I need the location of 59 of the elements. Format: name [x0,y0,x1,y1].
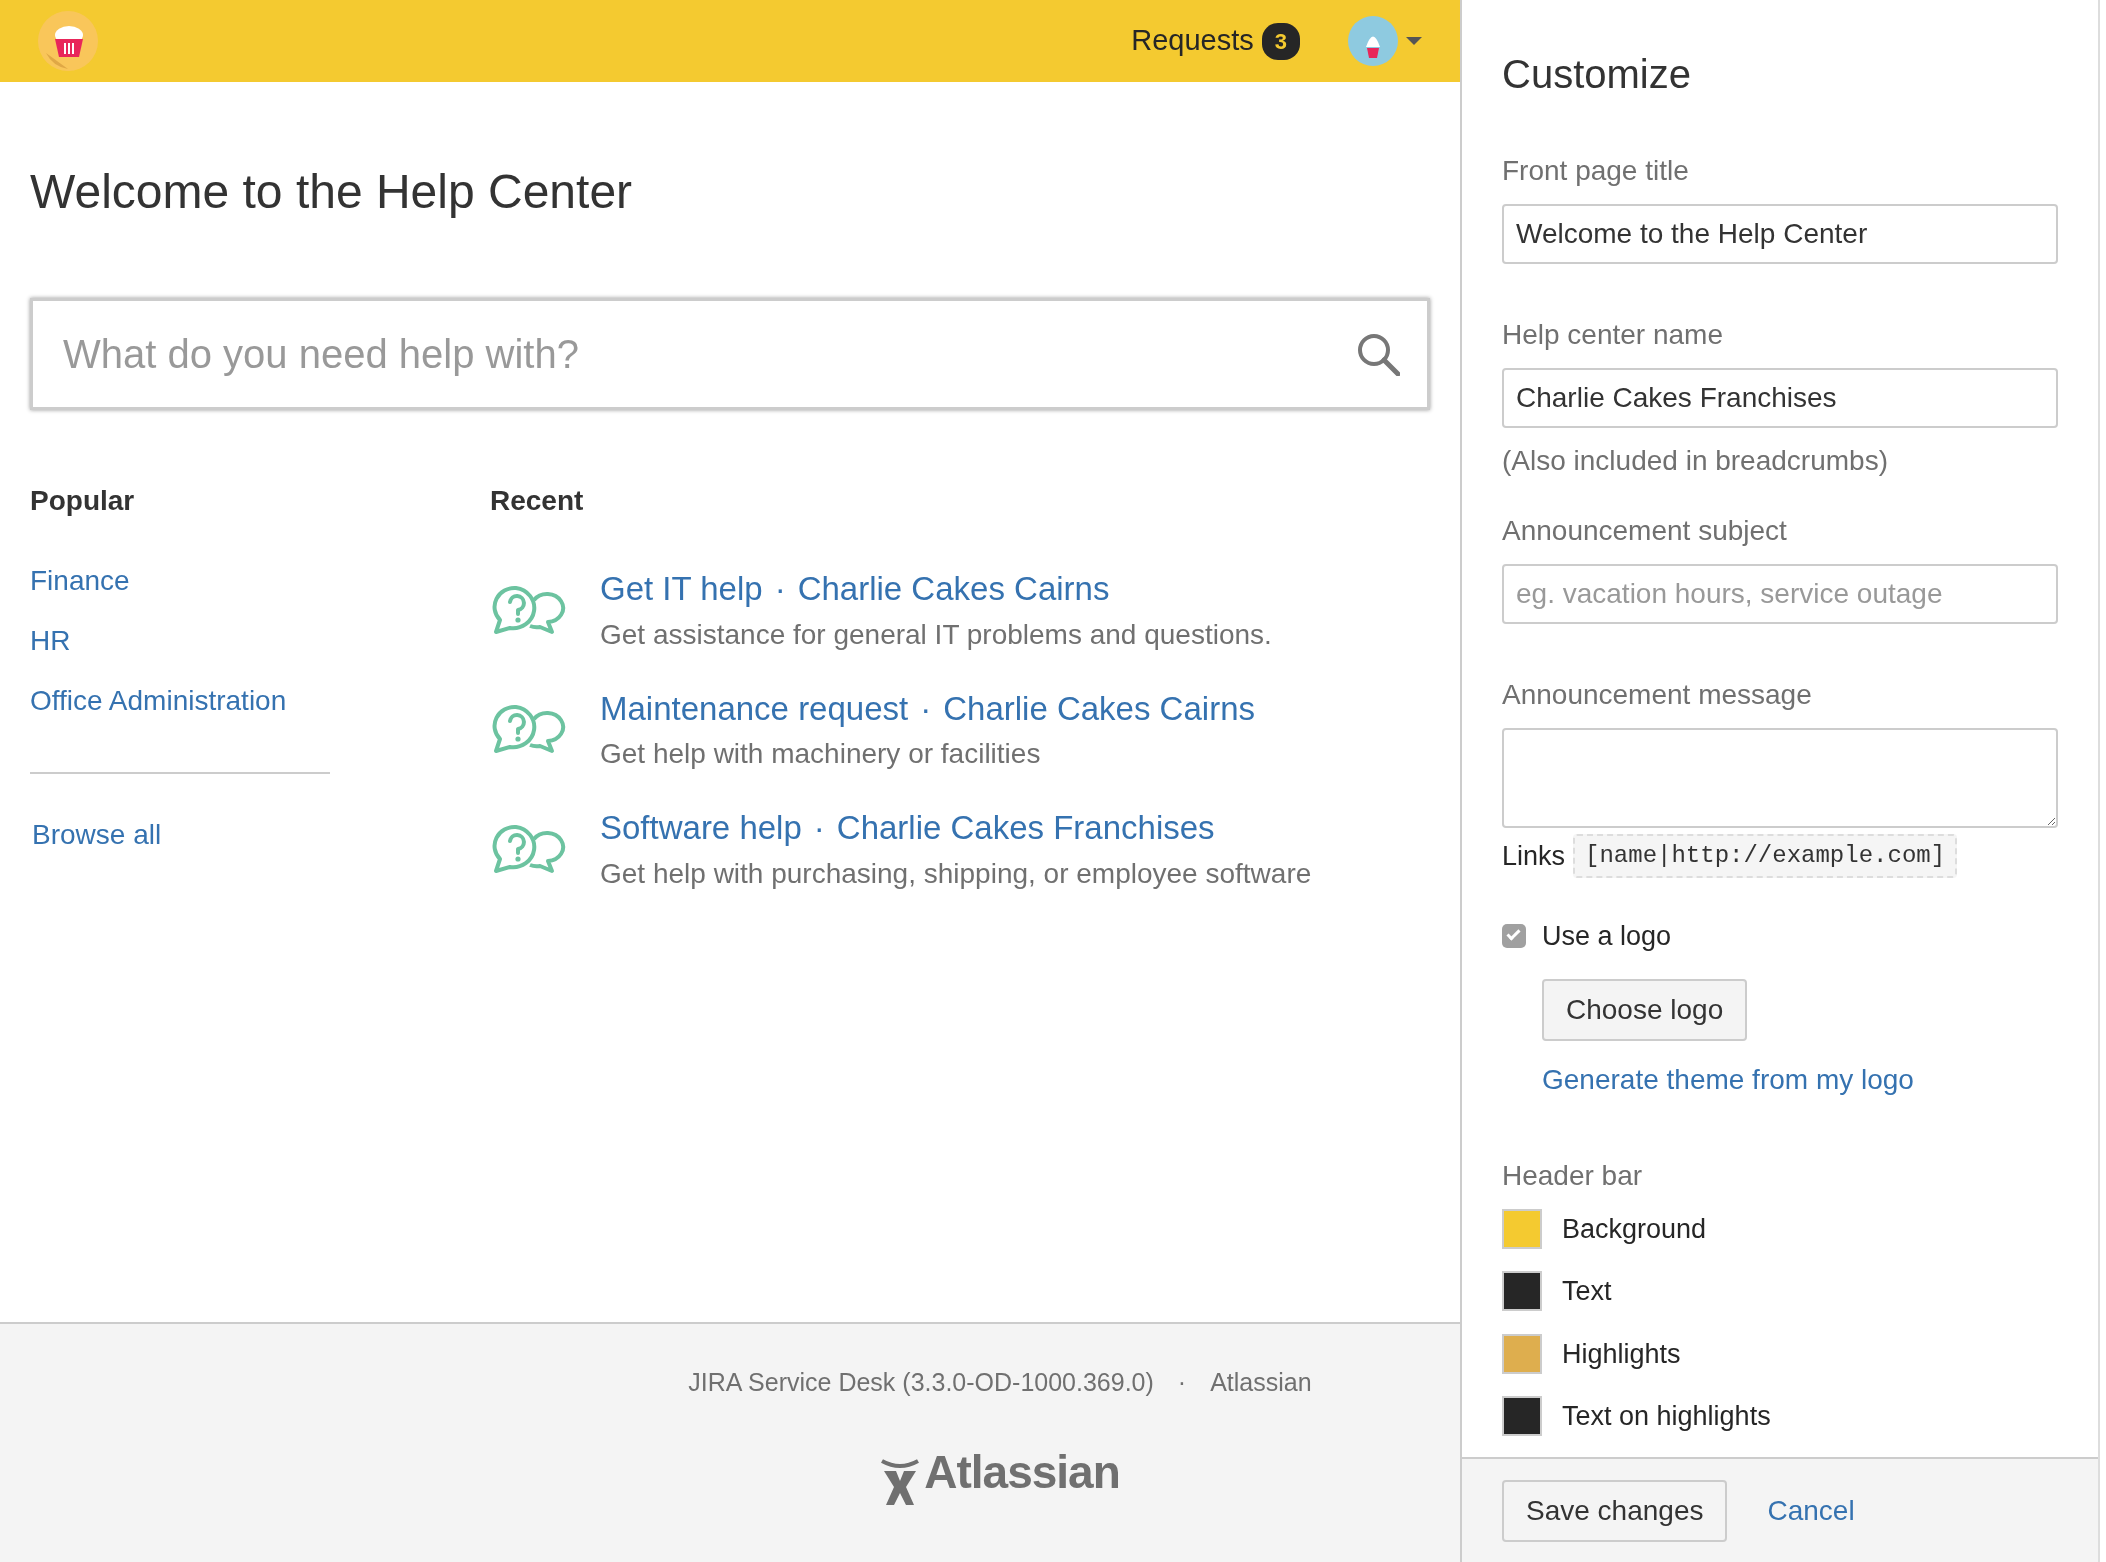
field-label: Announcement message [1502,678,1813,712]
checkbox-label: Use a logo [1542,920,1672,953]
choose-logo-button[interactable]: Choose logo [1542,978,1748,1041]
text-field[interactable]: eg. vacation hours, service outage [1502,564,2058,624]
search-field[interactable]: What do you need help with? [30,298,1430,410]
cancel-link[interactable]: Cancel [1767,1489,1855,1532]
separator-dot: · [774,569,786,609]
version-text: JIRA Service Desk (3.3.0-OD-1000.369.0) [688,1367,1154,1398]
request-type-link[interactable]: Maintenance request [600,683,909,733]
separator-dot: · [920,688,932,729]
links-label: Links [1502,839,1566,873]
color-label: Text [1562,1275,1612,1308]
search-icon[interactable] [1356,332,1400,376]
panel-title: Customize [1502,51,1692,98]
section-label: Header bar [1502,1158,1644,1193]
color-swatch[interactable] [1502,1333,1542,1374]
request-type-link[interactable]: Software help [600,803,802,853]
section-heading: Popular [30,484,136,518]
browse-all-link[interactable]: Browse all [32,814,490,856]
use-logo-checkbox[interactable] [1502,924,1526,949]
save-button[interactable]: Save changes [1502,1479,1728,1542]
project-link[interactable]: Charlie Cakes Cairns [797,564,1110,614]
field-label: Announcement subject [1502,514,1788,548]
generate-theme-link[interactable]: Generate theme from my logo [1542,1058,1914,1101]
cupcake-logo-icon[interactable] [38,11,98,71]
company-link[interactable]: Atlassian [1210,1364,1312,1402]
links-syntax: [name|http://example.com] [1573,834,1958,878]
request-description: Get help with purchasing, shipping, or employee software [600,856,1312,891]
page-title: Welcome to the Help Center [30,168,634,216]
text-field[interactable]: Charlie Cakes Franchises [1502,368,2058,428]
category-link[interactable]: HR [30,620,490,662]
atlassian-logo-icon [880,1456,921,1507]
atlassian-wordmark: Atlassian [924,1444,1120,1500]
request-type-link[interactable]: Get IT help [600,564,763,614]
color-label: Text on highlights [1562,1400,1771,1433]
request-description: Get assistance for general IT problems and questions. [600,617,1272,652]
message-field[interactable] [1502,728,2058,828]
field-hint: (Also included in breadcrumbs) [1502,444,1889,478]
field-label: Front page title [1502,154,1690,188]
section-heading: Recent [490,484,585,518]
text-field[interactable]: Welcome to the Help Center [1502,204,2058,264]
color-swatch[interactable] [1502,1396,1542,1437]
category-link[interactable]: Finance [30,560,490,602]
field-label: Help center name [1502,318,1724,352]
color-label: Highlights [1562,1337,1681,1371]
caret-icon [1406,37,1422,45]
separator-dot: · [813,808,825,848]
project-link[interactable]: Charlie Cakes Cairns [943,683,1255,733]
count-badge: 3 [1261,22,1300,60]
user-menu[interactable] [1348,16,1422,66]
color-label: Background [1562,1212,1707,1246]
request-description: Get help with machinery or facilities [600,737,1042,771]
project-link[interactable]: Charlie Cakes Franchises [836,803,1215,853]
color-swatch[interactable] [1502,1208,1542,1249]
separator-dot: · [1177,1367,1187,1398]
category-link[interactable]: Office Administration [30,680,490,722]
avatar-icon [1348,16,1398,66]
requests-link[interactable]: Requests 3 [1131,19,1300,63]
color-swatch[interactable] [1502,1271,1542,1312]
